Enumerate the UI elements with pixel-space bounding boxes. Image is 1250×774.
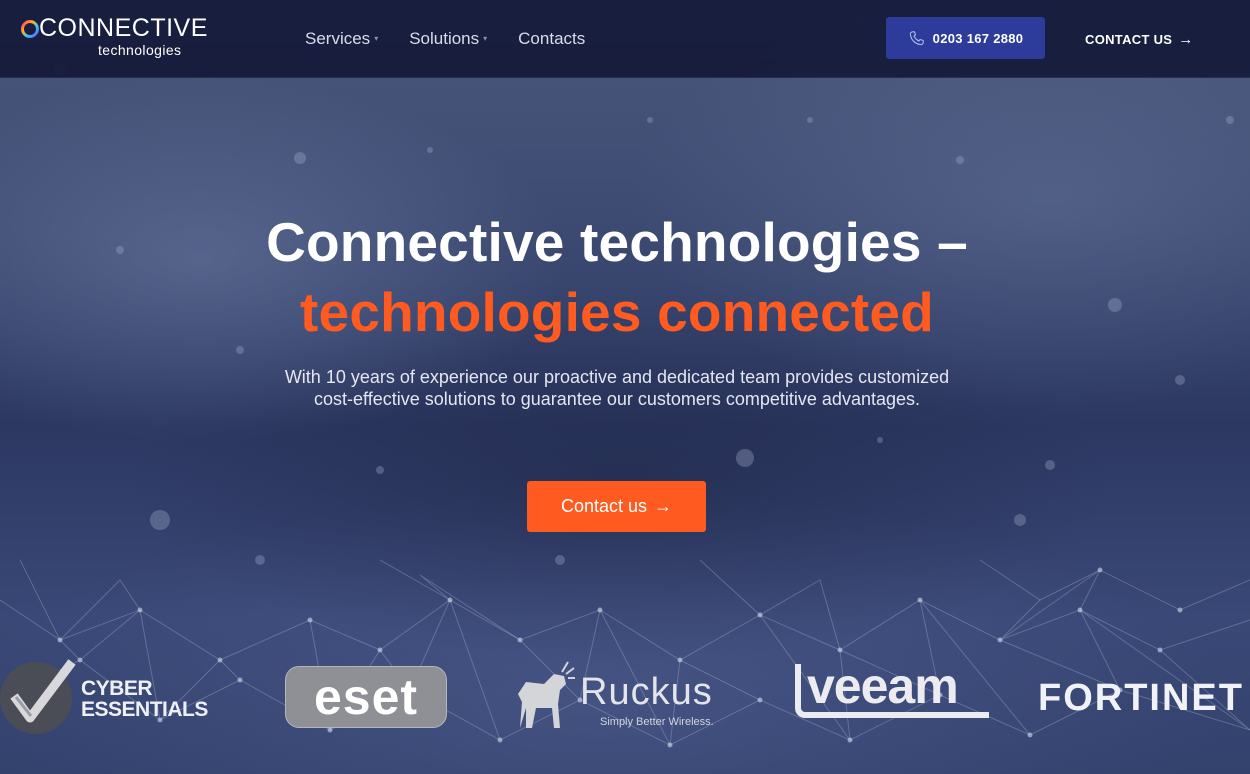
hero-headline-accent: technologies connected <box>300 281 934 343</box>
hero-headline: Connective technologies – <box>266 211 968 273</box>
main-nav: Services ▾ Solutions ▾ Contacts <box>305 28 616 50</box>
contact-us-label: CONTACT US <box>1085 31 1173 47</box>
veeam-wordmark: veeam <box>807 658 959 714</box>
ruckus-tagline: Simply Better Wireless. <box>600 716 714 728</box>
eset-wordmark: eset <box>313 669 419 725</box>
hero-description: With 10 years of experience our proactiv… <box>284 367 950 409</box>
phone-icon <box>909 30 924 45</box>
logo-tagline: technologies <box>98 42 182 58</box>
nav-item-solutions[interactable]: Solutions ▾ <box>409 28 487 50</box>
checkmark-icon <box>0 659 76 734</box>
arrow-right-icon: → <box>1178 30 1194 48</box>
logo-wordmark: CONNECTIVE <box>39 14 208 42</box>
chevron-down-icon: ▾ <box>483 34 488 43</box>
partner-logo-ruckus: Ruckus Simply Better Wireless. <box>514 660 744 732</box>
site-header: CONNECTIVE technologies Services ▾ Solut… <box>0 0 1250 78</box>
partner-logo-eset: eset <box>285 666 449 730</box>
nav-item-label: Services <box>305 29 371 48</box>
fortinet-wordmark: FORTINET <box>1038 677 1244 719</box>
arrow-right-icon: → <box>654 496 673 516</box>
phone-button[interactable]: 0203 167 2880 <box>886 17 1045 59</box>
ruckus-wordmark: Ruckus <box>580 671 713 713</box>
partner-logo-cyber-essentials: CYBER ESSENTIALS <box>0 656 220 740</box>
brand-logo[interactable]: CONNECTIVE technologies <box>21 14 207 62</box>
phone-number: 0203 167 2880 <box>932 30 1024 46</box>
cta-label: Contact us <box>560 496 648 516</box>
nav-item-label: Solutions <box>409 29 480 48</box>
cyber-essentials-text: CYBER ESSENTIALS <box>81 677 208 721</box>
nav-item-services[interactable]: Services ▾ <box>305 28 378 50</box>
partner-logo-veeam: veeam <box>795 658 991 720</box>
contact-us-link[interactable]: CONTACT US → <box>1085 28 1194 50</box>
nav-item-label: Contacts <box>518 29 586 48</box>
chevron-down-icon: ▾ <box>374 34 379 43</box>
contact-us-button[interactable]: Contact us → <box>527 481 706 532</box>
nav-item-contacts[interactable]: Contacts <box>518 28 585 50</box>
ruckus-dog-icon <box>518 661 575 728</box>
partner-logo-fortinet: FORTINET <box>1038 676 1250 720</box>
